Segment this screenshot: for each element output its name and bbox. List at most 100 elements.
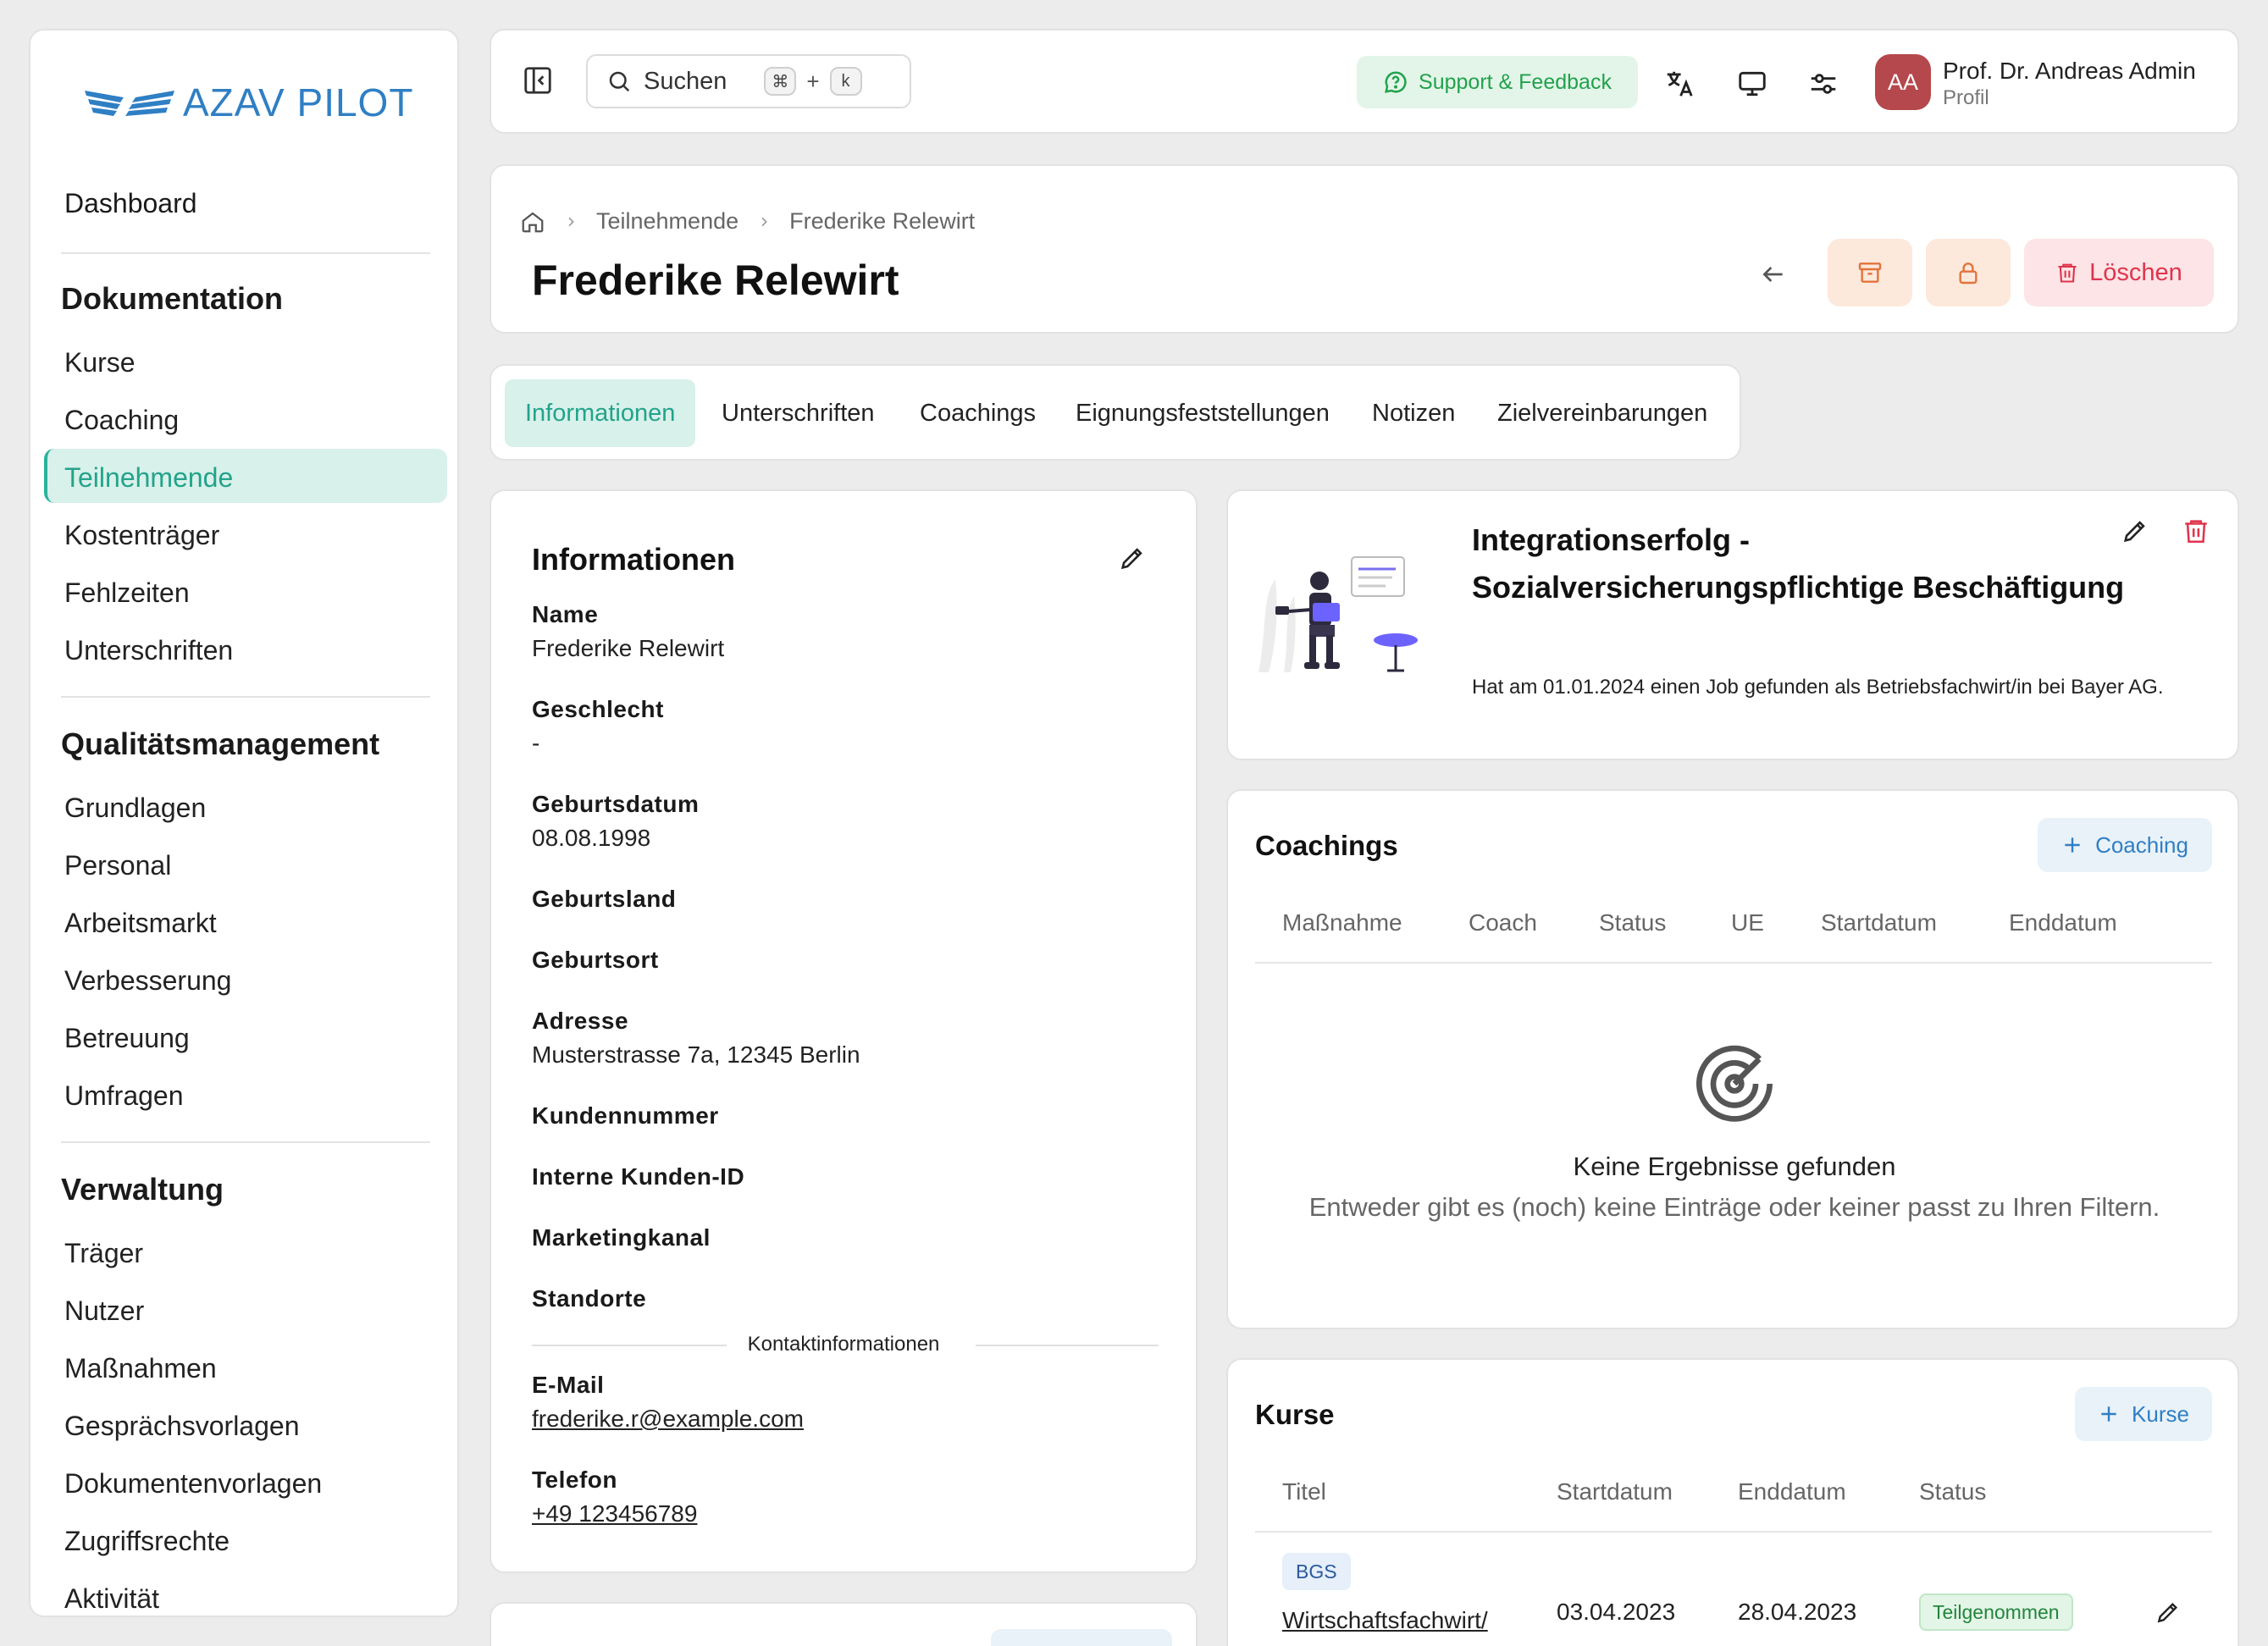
arrow-left-icon[interactable] bbox=[1760, 261, 1787, 288]
lock-button[interactable] bbox=[1926, 239, 2011, 307]
kurs-title-link[interactable]: Wirtschaftsfachwirt/ bbox=[1282, 1607, 1488, 1634]
shortcut-key-k: k bbox=[829, 67, 862, 96]
column-header-startdatum[interactable]: Startdatum bbox=[1821, 909, 1937, 936]
sidebar-item-zugriffsrechte[interactable]: Zugriffsrechte bbox=[64, 1526, 230, 1557]
info-card: Informationen Name Frederike Relewirt Ge… bbox=[490, 489, 1198, 1573]
support-feedback-label: Support & Feedback bbox=[1419, 69, 1612, 94]
field-label-telefon: Telefon bbox=[532, 1466, 617, 1493]
pencil-icon[interactable] bbox=[1118, 544, 1147, 572]
sidebar-item-grundlagen[interactable]: Grundlagen bbox=[64, 793, 206, 824]
archive-button[interactable] bbox=[1828, 239, 1912, 307]
field-label-standorte: Standorte bbox=[532, 1285, 647, 1312]
sidebar-item-fehlzeiten[interactable]: Fehlzeiten bbox=[64, 577, 190, 609]
support-feedback-button[interactable]: Support & Feedback bbox=[1357, 56, 1638, 108]
field-label-geburtsland: Geburtsland bbox=[532, 886, 677, 912]
sidebar-group-verwaltung: Verwaltung bbox=[61, 1172, 224, 1207]
sidebar-item-teilnehmende[interactable]: Teilnehmende bbox=[64, 462, 233, 494]
sidebar-item-kurse[interactable]: Kurse bbox=[64, 347, 136, 378]
kurs-enddatum: 28.04.2023 bbox=[1738, 1599, 1857, 1625]
tab-eignungsfeststellungen[interactable]: Eignungsfeststellungen bbox=[1076, 379, 1330, 447]
sidebar-item-personal[interactable]: Personal bbox=[64, 850, 171, 881]
sidebar-item-unterschriften[interactable]: Unterschriften bbox=[64, 635, 233, 666]
field-label-geburtsdatum: Geburtsdatum bbox=[532, 791, 700, 817]
email-link[interactable]: frederike.r@example.com bbox=[532, 1406, 804, 1433]
sidebar: AZAV PILOT Dashboard Dokumentation Kurse… bbox=[29, 29, 459, 1617]
person-laptop-illustration-icon bbox=[1258, 556, 1418, 672]
sidebar-item-betreuung[interactable]: Betreuung bbox=[64, 1023, 190, 1054]
column-header-enddatum[interactable]: Enddatum bbox=[1738, 1478, 1846, 1505]
sidebar-item-nutzer[interactable]: Nutzer bbox=[64, 1295, 144, 1327]
settings-sliders-icon[interactable] bbox=[1807, 68, 1839, 100]
column-header-ue[interactable]: UE bbox=[1731, 909, 1764, 936]
sidebar-item-gespraechsvorlagen[interactable]: Gesprächsvorlagen bbox=[64, 1411, 299, 1442]
field-label-marketingkanal: Marketingkanal bbox=[532, 1224, 711, 1251]
field-label-name: Name bbox=[532, 601, 599, 627]
contact-divider-left bbox=[532, 1345, 727, 1346]
plus-icon bbox=[2065, 837, 2080, 853]
add-coaching-button[interactable]: Coaching bbox=[2038, 818, 2212, 872]
integration-text: Hat am 01.01.2024 einen Job gefunden als… bbox=[1472, 676, 2164, 699]
help-bubble-icon bbox=[1385, 71, 1407, 93]
tab-coachings[interactable]: Coachings bbox=[920, 379, 1036, 447]
user-profile-link[interactable]: Profil bbox=[1943, 86, 1989, 110]
user-name[interactable]: Prof. Dr. Andreas Admin bbox=[1943, 58, 2196, 85]
field-value-geschlecht: - bbox=[532, 730, 540, 756]
search-placeholder: Suchen bbox=[644, 67, 727, 95]
integration-title: Integrationserfolg - Sozialversicherungs… bbox=[1472, 522, 2125, 605]
sidebar-item-dokumentenvorlagen[interactable]: Dokumentenvorlagen bbox=[64, 1468, 322, 1500]
lower-card-button[interactable] bbox=[991, 1629, 1172, 1646]
add-kurs-label: Kurse bbox=[2132, 1400, 2189, 1427]
sidebar-toggle-icon[interactable] bbox=[522, 64, 554, 97]
column-header-massnahme[interactable]: Maßnahme bbox=[1282, 909, 1402, 936]
sidebar-item-dashboard[interactable]: Dashboard bbox=[64, 188, 197, 219]
brand-logo[interactable]: AZAV PILOT bbox=[83, 80, 413, 125]
shortcut-plus: + bbox=[806, 68, 820, 94]
tab-informationen[interactable]: Informationen bbox=[505, 379, 696, 447]
sidebar-divider bbox=[61, 696, 430, 698]
translate-icon[interactable] bbox=[1663, 68, 1695, 100]
sidebar-item-coaching[interactable]: Coaching bbox=[64, 405, 179, 436]
avatar[interactable]: AA bbox=[1875, 54, 1931, 110]
add-kurs-button[interactable]: Kurse bbox=[2075, 1387, 2212, 1441]
sidebar-item-traeger[interactable]: Träger bbox=[64, 1238, 143, 1269]
page-header: Teilnehmende Frederike Relewirt Frederik… bbox=[490, 164, 2239, 334]
tab-zielvereinbarungen[interactable]: Zielvereinbarungen bbox=[1497, 379, 1707, 447]
plus-icon bbox=[2101, 1406, 2116, 1422]
breadcrumb-teilnehmende[interactable]: Teilnehmende bbox=[596, 208, 738, 235]
sidebar-item-arbeitsmarkt[interactable]: Arbeitsmarkt bbox=[64, 908, 217, 939]
trash-icon[interactable] bbox=[2182, 516, 2210, 545]
search-input[interactable]: Suchen ⌘ + k bbox=[586, 54, 911, 108]
field-label-kundennummer: Kundennummer bbox=[532, 1102, 719, 1129]
monitor-icon[interactable] bbox=[1736, 68, 1768, 100]
topbar: Suchen ⌘ + k Support & Feedback AA Prof.… bbox=[490, 29, 2239, 134]
field-label-email: E-Mail bbox=[532, 1372, 605, 1398]
empty-state-title: Keine Ergebnisse gefunden bbox=[1573, 1152, 1896, 1181]
sidebar-item-aktivitaet[interactable]: Aktivität bbox=[64, 1583, 159, 1615]
tab-unterschriften[interactable]: Unterschriften bbox=[722, 379, 875, 447]
column-header-status[interactable]: Status bbox=[1599, 909, 1666, 936]
tab-notizen[interactable]: Notizen bbox=[1372, 379, 1455, 447]
column-header-coach[interactable]: Coach bbox=[1469, 909, 1537, 936]
delete-button[interactable]: Löschen bbox=[2024, 239, 2214, 307]
kurse-card: Kurse Kurse Titel Startdatum Enddatum St… bbox=[1226, 1358, 2239, 1646]
sidebar-item-massnahmen[interactable]: Maßnahmen bbox=[64, 1353, 217, 1384]
field-label-geschlecht: Geschlecht bbox=[532, 696, 664, 722]
home-icon[interactable] bbox=[520, 209, 545, 235]
sidebar-item-umfragen[interactable]: Umfragen bbox=[64, 1080, 184, 1112]
contact-divider-right bbox=[976, 1345, 1159, 1346]
field-value-geburtsdatum: 08.08.1998 bbox=[532, 825, 651, 851]
sidebar-group-qualitaetsmanagement: Qualitätsmanagement bbox=[61, 726, 380, 761]
pencil-icon[interactable] bbox=[2121, 516, 2149, 545]
sidebar-item-verbesserung[interactable]: Verbesserung bbox=[64, 965, 231, 997]
phone-link[interactable]: +49 123456789 bbox=[532, 1500, 697, 1527]
pencil-icon[interactable] bbox=[2155, 1599, 2182, 1626]
sidebar-divider bbox=[61, 1141, 430, 1143]
kurs-category-badge: BGS bbox=[1282, 1553, 1351, 1590]
column-header-titel[interactable]: Titel bbox=[1282, 1478, 1326, 1505]
column-header-status[interactable]: Status bbox=[1919, 1478, 1986, 1505]
column-header-enddatum[interactable]: Enddatum bbox=[2009, 909, 2117, 936]
column-header-startdatum[interactable]: Startdatum bbox=[1557, 1478, 1673, 1505]
status-badge: Teilgenommen bbox=[1919, 1594, 2073, 1631]
sidebar-item-kostentraeger[interactable]: Kostenträger bbox=[64, 520, 219, 551]
archive-icon bbox=[1858, 262, 1882, 283]
